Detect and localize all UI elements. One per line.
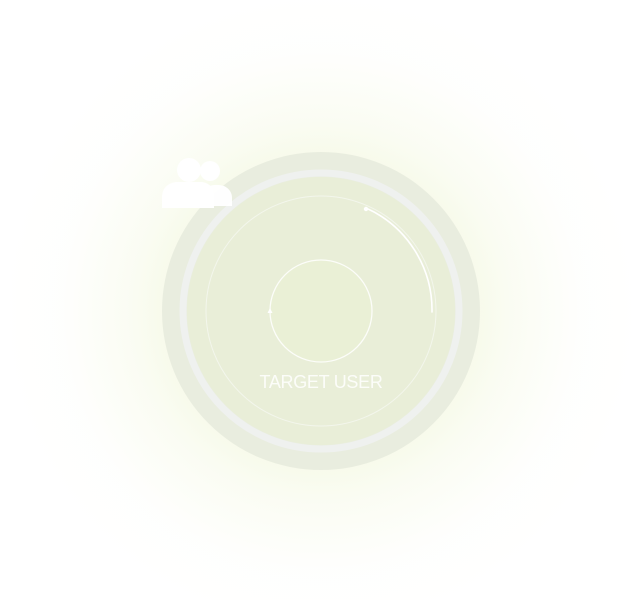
users-icon [162,158,232,208]
stage: TARGET USER [0,0,638,600]
target-user-widget[interactable]: TARGET USER [162,152,480,470]
center-ring [269,259,373,363]
target-user-label: TARGET USER [259,372,383,392]
progress-arc-dot [363,206,369,212]
